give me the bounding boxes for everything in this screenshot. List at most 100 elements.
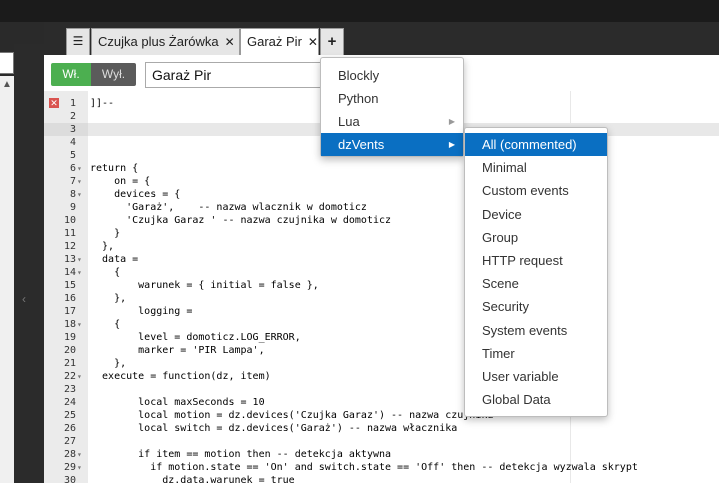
code-line[interactable]: 22 ▾ execute = function(dz, item) xyxy=(44,370,719,383)
code-line[interactable]: 11 } xyxy=(44,227,719,240)
template-option[interactable]: Global Data xyxy=(465,388,607,411)
code-line[interactable]: 9 'Garaż', -- nazwa wlacznik w domoticz xyxy=(44,201,719,214)
template-option[interactable]: All (commented) xyxy=(465,133,607,156)
line-number: 1 xyxy=(69,98,76,109)
collapse-pane-icon[interactable]: ‹ xyxy=(22,292,26,306)
off-button[interactable]: Wył. xyxy=(91,63,136,86)
template-option[interactable]: System events xyxy=(465,319,607,342)
line-number: 7 xyxy=(69,176,76,187)
line-number: 15 xyxy=(63,280,76,291)
code-line[interactable]: 16 }, xyxy=(44,292,719,305)
code-text: }, xyxy=(90,358,127,369)
fold-toggle-icon[interactable]: ▾ xyxy=(77,253,85,266)
code-text: 'Czujka Garaz ' -- nazwa czujnika w domo… xyxy=(90,215,392,226)
close-icon[interactable]: ✕ xyxy=(308,35,318,49)
line-number: 30 xyxy=(63,475,76,483)
code-text: }, xyxy=(90,241,115,252)
code-text: { xyxy=(90,267,121,278)
line-number: 12 xyxy=(63,241,76,252)
fold-toggle-icon[interactable]: ▾ xyxy=(77,188,85,201)
line-number: 27 xyxy=(63,436,76,447)
line-number: 11 xyxy=(63,228,76,239)
code-line[interactable]: 26 local switch = dz.devices('Garaż') --… xyxy=(44,422,719,435)
template-option[interactable]: HTTP request xyxy=(465,249,607,272)
template-option[interactable]: Minimal xyxy=(465,156,607,179)
fold-toggle-icon[interactable]: ▾ xyxy=(77,162,85,175)
fold-toggle-icon[interactable]: ▾ xyxy=(77,318,85,331)
code-text: 'Garaż', -- nazwa wlacznik w domoticz xyxy=(90,202,367,213)
menu-item-label: Python xyxy=(338,91,379,106)
line-number: 3 xyxy=(69,124,76,135)
line-number: 14 xyxy=(63,267,76,278)
line-number: 4 xyxy=(69,137,76,148)
code-line[interactable]: 8 ▾ devices = { xyxy=(44,188,719,201)
code-line[interactable]: 13 ▾ data = xyxy=(44,253,719,266)
code-line[interactable]: 29 ▾ if motion.state == 'On' and switch.s… xyxy=(44,461,719,474)
fold-toggle-icon[interactable]: ▾ xyxy=(77,266,85,279)
code-line[interactable]: 17 logging = xyxy=(44,305,719,318)
code-line[interactable]: 30 dz.data.warunek = true xyxy=(44,474,719,483)
code-text: }, xyxy=(90,293,127,304)
add-tab-button[interactable]: + xyxy=(320,28,344,55)
code-line[interactable]: 15 warunek = { initial = false }, xyxy=(44,279,719,292)
template-option[interactable]: Device xyxy=(465,203,607,226)
code-text: if item == motion then -- detekcja aktyw… xyxy=(90,449,392,460)
line-number: 6 xyxy=(69,163,76,174)
line-number: 17 xyxy=(63,306,76,317)
code-line[interactable]: 20 marker = 'PIR Lampa', xyxy=(44,344,719,357)
code-text: marker = 'PIR Lampa', xyxy=(90,345,265,356)
code-line[interactable]: 19 level = domoticz.LOG_ERROR, xyxy=(44,331,719,344)
code-line[interactable]: 7 ▾ on = { xyxy=(44,175,719,188)
code-line[interactable]: 25 local motion = dz.devices('Czujka Gar… xyxy=(44,409,719,422)
tab-czujka-plus-zarowka[interactable]: Czujka plus Żarówka ✕ xyxy=(91,28,240,55)
top-bar xyxy=(0,0,719,22)
tab-bar: ☰ Czujka plus Żarówka ✕ Garaż Pir ✕ + xyxy=(44,22,719,55)
line-number: 18 xyxy=(63,319,76,330)
left-pane-scrollbar[interactable] xyxy=(0,76,14,483)
code-line[interactable]: 10 'Czujka Garaz ' -- nazwa czujnika w d… xyxy=(44,214,719,227)
code-line[interactable]: 21 }, xyxy=(44,357,719,370)
language-option-python[interactable]: Python xyxy=(321,87,463,110)
menu-item-label: dzVents xyxy=(338,137,385,152)
code-line[interactable]: 27 xyxy=(44,435,719,448)
template-option[interactable]: Custom events xyxy=(465,179,607,202)
line-number: 16 xyxy=(63,293,76,304)
template-option[interactable]: Security xyxy=(465,295,607,318)
code-text: if motion.state == 'On' and switch.state… xyxy=(90,462,638,473)
line-number: 13 xyxy=(63,254,76,265)
code-text: level = domoticz.LOG_ERROR, xyxy=(90,332,301,343)
template-option[interactable]: Scene xyxy=(465,272,607,295)
fold-toggle-icon[interactable]: ▾ xyxy=(77,370,85,383)
fold-toggle-icon[interactable]: ▾ xyxy=(77,175,85,188)
code-text: } xyxy=(90,228,121,239)
code-text: { xyxy=(90,319,121,330)
on-button[interactable]: Wł. xyxy=(51,63,91,86)
code-line[interactable]: 24 local maxSeconds = 10 xyxy=(44,396,719,409)
code-line[interactable]: 28 ▾ if item == motion then -- detekcja a… xyxy=(44,448,719,461)
code-line[interactable]: 23 xyxy=(44,383,719,396)
template-option[interactable]: User variable xyxy=(465,365,607,388)
fold-toggle-icon[interactable]: ▾ xyxy=(77,448,85,461)
language-option-dzvents[interactable]: dzVents ▶ xyxy=(321,133,463,156)
line-number: 29 xyxy=(63,462,76,473)
template-option[interactable]: Timer xyxy=(465,342,607,365)
close-icon[interactable]: ✕ xyxy=(225,35,235,49)
code-text: local switch = dz.devices('Garaż') -- na… xyxy=(90,423,458,434)
code-line[interactable]: 14 ▾ { xyxy=(44,266,719,279)
code-line[interactable]: 18 ▾ { xyxy=(44,318,719,331)
scroll-up-icon[interactable]: ▲ xyxy=(0,78,14,92)
menu-item-label: Lua xyxy=(338,114,360,129)
code-text: on = { xyxy=(90,176,151,187)
code-line[interactable]: 6 ▾ return { xyxy=(44,162,719,175)
language-option-blockly[interactable]: Blockly xyxy=(321,64,463,87)
left-pane-input[interactable] xyxy=(0,52,14,74)
tab-list-menu-icon[interactable]: ☰ xyxy=(66,28,90,55)
tab-garaz-pir[interactable]: Garaż Pir ✕ xyxy=(240,28,319,55)
line-number: 25 xyxy=(63,410,76,421)
fold-toggle-icon[interactable]: ▾ xyxy=(77,461,85,474)
code-line[interactable]: 12 }, xyxy=(44,240,719,253)
template-option[interactable]: Group xyxy=(465,226,607,249)
language-option-lua[interactable]: Lua ▶ xyxy=(321,110,463,133)
script-name-input[interactable] xyxy=(145,62,325,88)
script-enable-toggle[interactable]: Wł. Wył. xyxy=(51,63,136,86)
